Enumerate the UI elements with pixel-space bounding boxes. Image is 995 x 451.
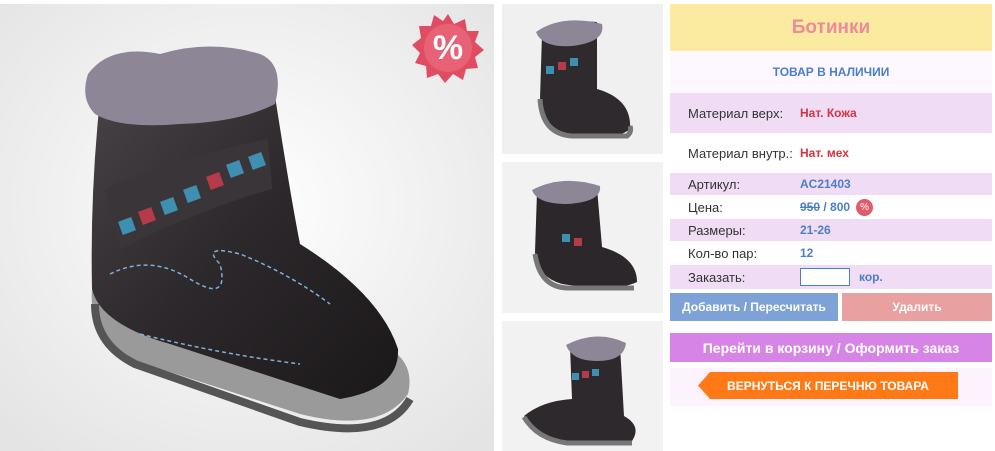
quantity-input[interactable] — [800, 268, 850, 286]
spec-value: Нат. мех — [800, 146, 849, 160]
back-button-container: ВЕРНУТЬСЯ К ПЕРЕЧНЮ ТОВАРА — [670, 368, 992, 406]
order-label: Заказать: — [688, 269, 746, 285]
action-buttons: Добавить / Пересчитать Удалить — [670, 293, 992, 321]
percent-icon: % — [856, 198, 874, 216]
pairs-row: Кол-во пар: 12 — [670, 241, 992, 265]
old-price: 950 — [800, 200, 821, 214]
add-recalculate-button[interactable]: Добавить / Пересчитать — [670, 293, 838, 321]
new-price: 800 — [830, 200, 851, 214]
sizes-row: Размеры: 21-26 — [670, 219, 992, 241]
product-title: Ботинки — [670, 4, 992, 51]
price-row: Цена: 950 / 800 % — [670, 195, 992, 219]
sizes-value: 21-26 — [800, 223, 831, 237]
order-unit: кор. — [859, 270, 883, 284]
sizes-label: Размеры: — [688, 222, 746, 238]
delete-button[interactable]: Удалить — [842, 293, 992, 321]
spec-row-lining-material: Материал внутр.: Нат. мех — [670, 133, 992, 173]
price-label: Цена: — [688, 199, 723, 215]
pairs-value: 12 — [800, 246, 814, 260]
boot-thumbnail-side — [502, 4, 663, 154]
spec-value: Нат. Кожа — [800, 106, 857, 120]
pairs-label: Кол-во пар: — [688, 245, 758, 261]
price-separator: / — [820, 200, 831, 214]
go-to-cart-button[interactable]: Перейти в корзину / Оформить заказ — [670, 333, 992, 362]
spec-label: Материал внутр.: — [688, 145, 793, 161]
spec-row-upper-material: Материал верх: Нат. Кожа — [670, 93, 992, 133]
spec-row-article: Артикул: AC21403 — [670, 173, 992, 195]
spec-label: Артикул: — [688, 176, 741, 192]
sale-badge: % — [412, 12, 484, 84]
boot-thumbnail-front — [502, 321, 663, 451]
stock-status: ТОВАР В НАЛИЧИИ — [670, 51, 992, 93]
spec-label: Материал верх: — [688, 105, 784, 121]
spec-value: AC21403 — [800, 177, 851, 191]
thumbnail-1[interactable] — [502, 4, 663, 154]
sale-badge-text: % — [432, 28, 464, 67]
order-row: Заказать: кор. — [670, 265, 992, 289]
thumbnail-3[interactable] — [502, 321, 663, 451]
product-info-panel: Ботинки ТОВАР В НАЛИЧИИ Материал верх: Н… — [670, 4, 992, 406]
back-to-list-button[interactable]: ВЕРНУТЬСЯ К ПЕРЕЧНЮ ТОВАРА — [698, 372, 958, 399]
thumbnail-2[interactable] — [502, 162, 663, 313]
boot-thumbnail-angle — [502, 162, 663, 313]
